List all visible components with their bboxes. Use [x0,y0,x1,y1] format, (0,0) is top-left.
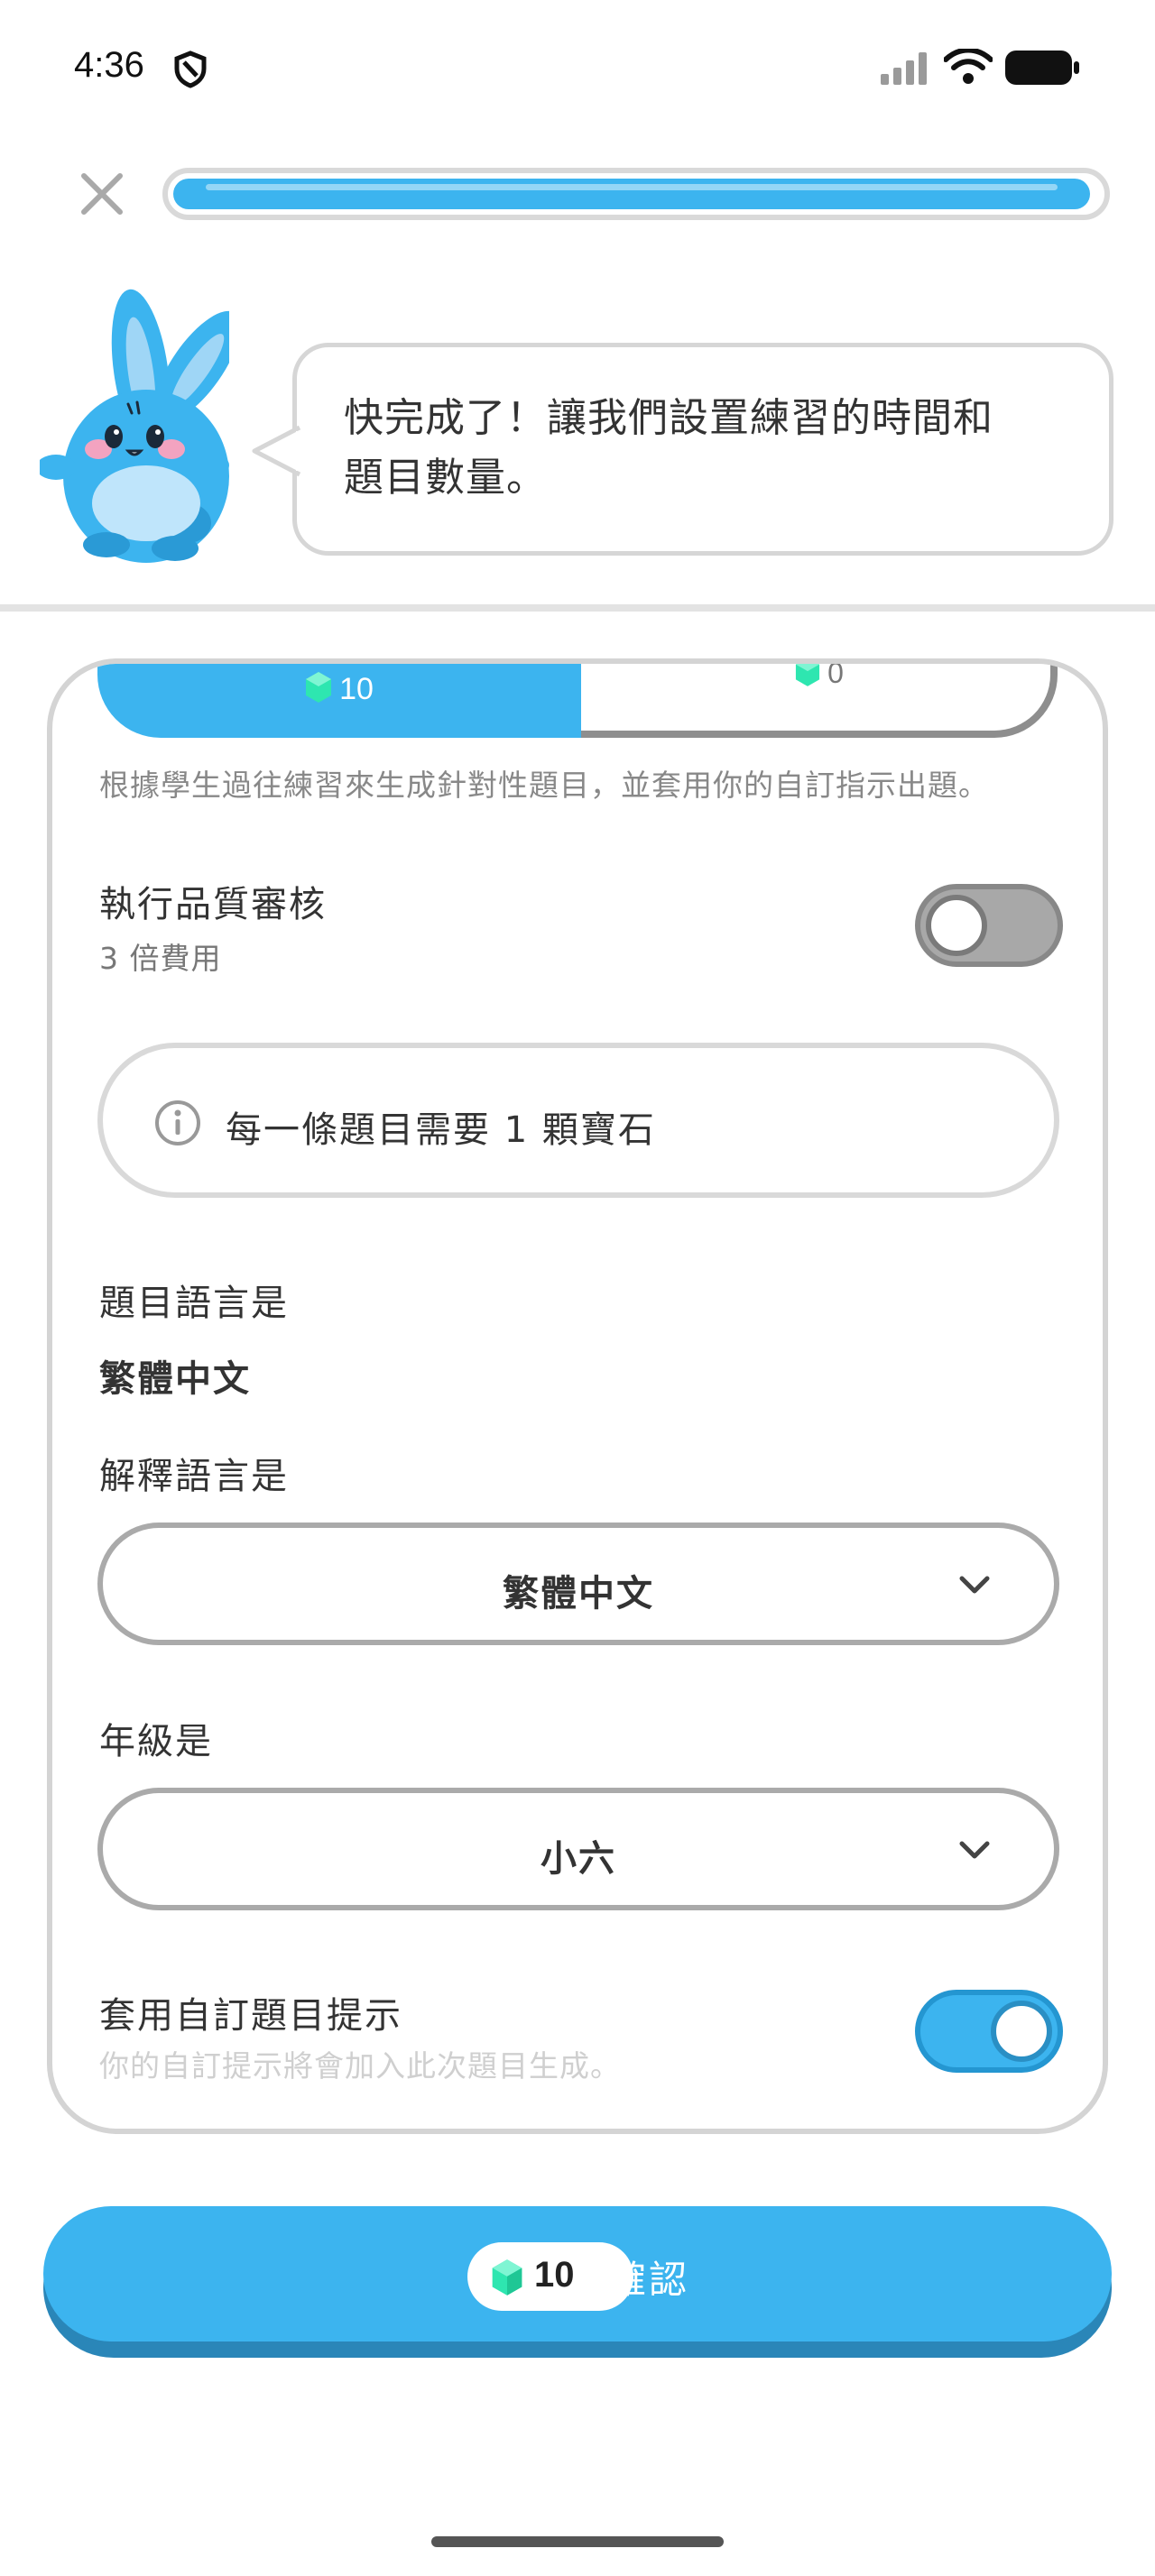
close-icon [81,173,123,215]
custom-prompt-subtitle: 你的自訂提示將會加入此次題目生成。 [99,2048,621,2084]
progress-bar [162,168,1110,220]
header-divider [0,604,1155,612]
confirm-gem-count: 10 [534,2255,575,2295]
status-time: 4:36 [74,45,144,85]
gem-icon [491,2259,523,2300]
quality-review-title: 執行品質審核 [99,884,327,925]
progress-shine [206,184,1058,190]
bunny-mascot [36,287,241,570]
speech-line-2: 題目數量。 [344,455,547,501]
speech-line-1: 快完成了！讓我們設置練習的時間和 [344,395,993,441]
gem-icon [795,664,820,695]
signal-icon [881,52,931,88]
segment-paid-gems: 10 [339,672,374,706]
segment-paid-label: 10 [97,671,581,712]
explanation-language-label: 解釋語言是 [99,1456,289,1497]
wifi-icon [943,47,993,88]
custom-prompt-toggle[interactable] [915,1990,1063,2073]
confirm-button[interactable]: 10 確認 [43,2206,1112,2341]
gem-info-box: 每一條題目需要 1 顆寶石 [97,1043,1059,1198]
confirm-label: 確認 [608,2258,690,2302]
home-indicator[interactable] [431,2536,724,2547]
grade-value: 小六 [541,1838,616,1880]
segment-option-paid[interactable]: 10 [97,664,581,738]
info-icon [153,1099,202,1151]
question-language-label: 題目語言是 [99,1283,289,1324]
toggle-knob [991,2001,1052,2062]
shield-icon [173,51,208,92]
mode-description: 根據學生過往練習來生成針對性題目，並套用你的自訂指示出題。 [99,768,989,803]
segment-option-free[interactable]: 0 [581,658,1058,738]
settings-card: 10 0 根據學生過往練習來生成針對性題目，並套用你的自訂指示出題。 執行品質審… [47,658,1108,2134]
question-language-value: 繁體中文 [99,1358,251,1400]
gem-icon [305,671,332,712]
explanation-language-select[interactable]: 繁體中文 [97,1523,1059,1645]
chevron-down-icon [956,1573,993,1600]
grade-select[interactable]: 小六 [97,1788,1059,1910]
speech-tail [251,424,301,482]
segment-free-label: 0 [581,658,1058,695]
grade-label: 年級是 [99,1721,213,1762]
quality-review-subtitle: 3 倍費用 [99,941,222,976]
explanation-language-value: 繁體中文 [503,1573,654,1615]
gem-segment-control: 10 0 [97,658,1058,745]
toggle-knob [926,895,987,956]
segment-free-gems: 0 [827,658,844,689]
chevron-down-icon [956,1838,993,1865]
custom-prompt-title: 套用自訂題目提示 [99,1995,402,2037]
close-button[interactable] [79,171,125,216]
status-bar: 4:36 [0,0,1155,135]
quality-review-toggle[interactable] [915,884,1063,967]
speech-bubble: 快完成了！讓我們設置練習的時間和 題目數量。 [292,343,1113,556]
battery-icon [1005,51,1079,88]
gem-info-text: 每一條題目需要 1 顆寶石 [226,1109,656,1151]
